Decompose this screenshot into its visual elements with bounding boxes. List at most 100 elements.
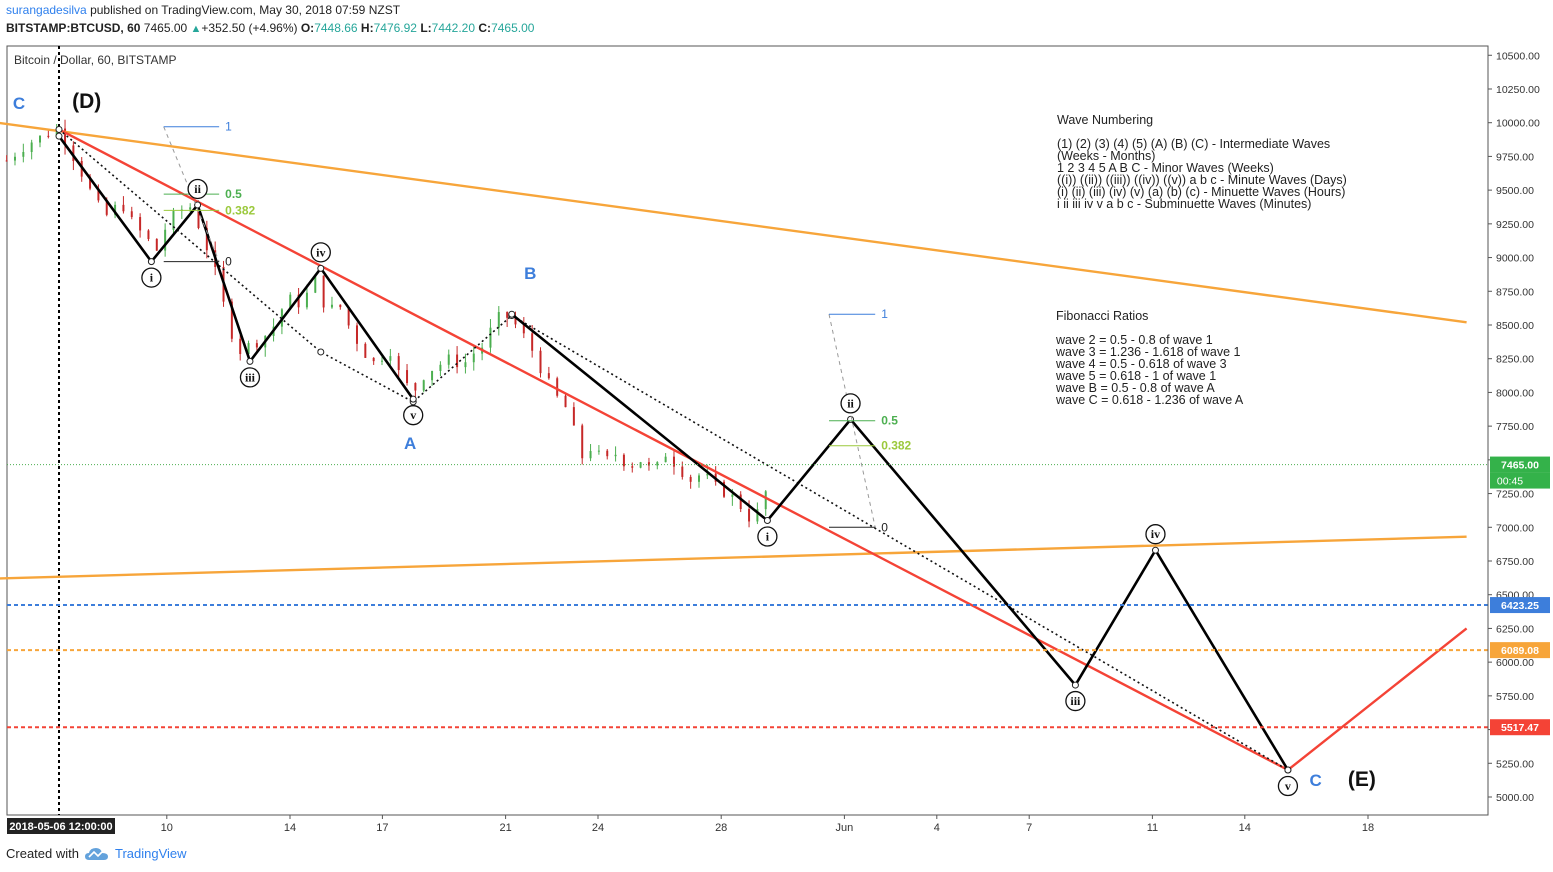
pivot-point (55, 132, 63, 140)
wave-labels: iiiiiiivviiiiiiivv (141, 178, 1299, 797)
candle-body (147, 230, 150, 239)
brand-name: TradingView (114, 846, 187, 861)
pivot-point (147, 258, 155, 266)
y-tick-label: 10000.00 (1496, 118, 1540, 130)
price-tag: 5517.47 (1501, 722, 1539, 734)
candle-body (5, 160, 8, 162)
fib-level-label: 0.5 (881, 414, 898, 428)
tradingview-link[interactable]: TradingView (84, 846, 187, 861)
candle-body (497, 312, 500, 328)
candle-body (622, 454, 625, 467)
y-tick-label: 9250.00 (1496, 219, 1534, 231)
wave-numbering-title: Wave Numbering (1057, 113, 1153, 127)
candle-body (22, 152, 25, 157)
candle-body (581, 425, 584, 459)
price-tag: 6089.08 (1501, 645, 1539, 657)
x-tick-label: 28 (715, 822, 727, 834)
candle-body (739, 494, 742, 510)
fib-ratios-title: Fibonacci Ratios (1056, 309, 1148, 323)
candle-body (572, 407, 575, 426)
x-tick-label: Jun (836, 822, 854, 834)
candle-body (614, 454, 617, 457)
candle-body (631, 466, 634, 468)
pivot-point (246, 357, 254, 365)
fib-level-label: 0.382 (881, 439, 911, 453)
x-tick-label: 24 (592, 822, 604, 834)
wave-letter: C (1309, 771, 1321, 790)
wave-label: ii (847, 396, 854, 410)
wave-letter: (E) (1348, 768, 1376, 791)
fib-ratio-line: wave C = 0.618 - 1.236 of wave A (1055, 393, 1244, 407)
candle-body (389, 356, 392, 361)
wave-label: v (1285, 779, 1291, 793)
x-tick-label: 21 (499, 822, 511, 834)
y-tick-label: 6000.00 (1496, 657, 1534, 669)
candle-body (539, 350, 542, 374)
pivot-point (55, 125, 63, 133)
pivot-point (317, 348, 325, 356)
wave-letter: (D) (72, 90, 101, 113)
x-tick-label: 14 (1239, 822, 1251, 834)
time-axis: 2018-05-06 12:00:00 10 14 17 21 24 28 Jun 4 7 11 14… (7, 815, 1374, 834)
trend-lines (0, 121, 1468, 774)
candle-body (39, 135, 42, 143)
candle-body (656, 462, 659, 466)
pivot-point (1151, 546, 1159, 554)
y-tick-label: 5250.00 (1496, 758, 1534, 770)
fib-level-label: 0.382 (225, 203, 255, 217)
candle-body (689, 476, 692, 482)
candle-body (697, 475, 700, 482)
line-resistance (0, 121, 1467, 324)
y-tick-label: 9000.00 (1496, 253, 1534, 265)
candle-body (330, 304, 333, 308)
candle-body (456, 354, 459, 368)
candle-body (589, 451, 592, 459)
fib-level-label: 0.5 (225, 187, 242, 201)
fib-level-label: 0 (225, 255, 232, 269)
y-tick-label: 5000.00 (1496, 792, 1534, 804)
pivot-point (763, 517, 771, 525)
y-tick-label: 10250.00 (1496, 84, 1540, 96)
candle-body (464, 362, 467, 368)
candle-body (472, 353, 475, 363)
candle-body (406, 370, 409, 384)
wave-label: ii (194, 182, 201, 196)
candle-body (431, 370, 434, 381)
pivot-point (317, 264, 325, 272)
candle-body (681, 466, 684, 477)
x-tick-label: 17 (376, 822, 388, 834)
candles (5, 119, 767, 528)
wave-label: iii (1070, 694, 1081, 708)
candle-body (531, 333, 534, 351)
candle-body (597, 450, 600, 452)
wave-letter: B (524, 264, 536, 283)
price-chart[interactable]: 00.3820.5100.3820.51 iiiiiiivviiiiiiivv … (0, 0, 1553, 840)
candle-body (189, 207, 192, 210)
candle-body (422, 380, 425, 391)
pivot-point (409, 395, 417, 403)
candle-body (748, 509, 751, 522)
fib-level-label: 0 (881, 520, 888, 534)
y-tick-label: 6250.00 (1496, 623, 1534, 635)
candle-body (339, 304, 342, 308)
countdown-tag: 00:45 (1497, 476, 1523, 488)
fib-level-label: 1 (881, 307, 888, 321)
candle-body (547, 373, 550, 379)
y-tick-label: 8250.00 (1496, 354, 1534, 366)
x-tick-label: 4 (934, 822, 940, 834)
y-tick-label: 6750.00 (1496, 556, 1534, 568)
x-tick-label: 14 (284, 822, 296, 834)
y-tick-label: 10500.00 (1496, 50, 1540, 62)
candle-body (414, 383, 417, 391)
price-tag: 6423.25 (1501, 600, 1539, 612)
pivot-point (1284, 766, 1292, 774)
y-tick-label: 9750.00 (1496, 151, 1534, 163)
candle-body (155, 238, 158, 251)
x-tick-label: 11 (1147, 822, 1158, 834)
candle-body (606, 450, 609, 457)
candle-body (355, 325, 358, 344)
x-tick-label: 10 (161, 822, 173, 834)
candle-body (139, 217, 142, 231)
y-tick-label: 8750.00 (1496, 286, 1534, 298)
chart-title: Bitcoin / Dollar, 60, BITSTAMP (14, 53, 177, 67)
